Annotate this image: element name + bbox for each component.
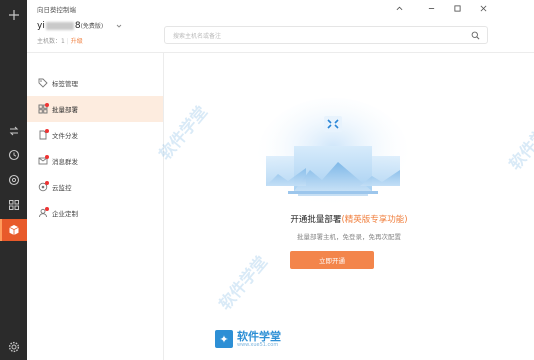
host-count: 主机数：1 | 升级 (37, 38, 83, 45)
app-window: 向日葵控制端 yi 8(免费版) 主机数：1 | 升级 搜索主机名或备注 标签管… (0, 0, 534, 360)
deploy-icon (38, 103, 49, 114)
menu-item-label: 文件分发 (52, 132, 78, 140)
new-badge-dot (45, 155, 49, 159)
search-box (164, 26, 488, 44)
history-clock-icon[interactable] (0, 144, 27, 166)
close-icon[interactable] (475, 2, 491, 15)
menu-item-enterprise-custom[interactable]: 企业定制 (27, 200, 163, 226)
enterprise-icon (38, 207, 49, 218)
watermark-logo: ✦ 软件学堂 www.xue51.com (215, 330, 281, 348)
account-name: yi 8(免费版) (37, 21, 103, 31)
window-title: 向日葵控制端 (37, 6, 76, 14)
menu-item-message-broadcast[interactable]: 消息群发 (27, 148, 163, 174)
search-input[interactable] (171, 29, 455, 43)
search-icon[interactable] (471, 31, 480, 42)
main-panel: 开通批量部署(精英版专享功能) 批量部署主机，免登录，免再次配置 立即开通 (164, 53, 534, 360)
activate-now-button[interactable]: 立即开通 (290, 251, 374, 269)
add-icon[interactable] (0, 4, 27, 26)
feature-headline: 开通批量部署(精英版专享功能) (164, 213, 534, 225)
file-icon (38, 129, 49, 140)
minimize-icon[interactable] (423, 2, 439, 15)
remote-control-icon[interactable] (0, 120, 27, 142)
host-count-label: 主机数： (37, 38, 62, 45)
account-name-prefix: yi (37, 21, 45, 31)
watermark-logo-url: www.xue51.com (237, 341, 279, 348)
cloud-monitor-icon (38, 181, 49, 192)
enterprise-box-icon[interactable] (0, 219, 27, 241)
menu-item-label: 消息群发 (52, 158, 78, 166)
discover-icon[interactable] (0, 169, 27, 191)
new-badge-dot (45, 103, 49, 107)
new-badge-dot (45, 207, 49, 211)
plan-tag: (免费版) (80, 23, 104, 30)
menu-item-label: 批量部署 (52, 106, 78, 114)
upgrade-link[interactable]: 升级 (71, 38, 83, 45)
host-count-value: 1 (61, 38, 65, 45)
new-badge-dot (45, 129, 49, 133)
apps-grid-icon[interactable] (0, 194, 27, 216)
elite-only-label: (精英版专享功能) (341, 215, 408, 225)
watermark-logo-text: 软件学堂 (237, 329, 281, 343)
menu-item-tag-management[interactable]: 标签管理 (27, 70, 163, 96)
feature-description: 批量部署主机，免登录，免再次配置 (297, 233, 401, 241)
account-header[interactable]: yi 8(免费版) 主机数：1 | 升级 (27, 18, 164, 52)
title-bar: 向日葵控制端 (27, 0, 534, 18)
menu-item-label: 企业定制 (52, 210, 78, 218)
watermark-logo-mark: ✦ (215, 330, 233, 348)
new-badge-dot (45, 181, 49, 185)
collapse-icon[interactable] (391, 2, 407, 15)
feature-menu: 标签管理 批量部署 文件分发 消息群发 云监控 企业定制 (27, 53, 164, 360)
menu-item-batch-deploy[interactable]: 批量部署 (27, 96, 163, 122)
menu-item-label: 标签管理 (52, 80, 78, 88)
maximize-icon[interactable] (449, 2, 465, 15)
menu-item-file-distribution[interactable]: 文件分发 (27, 122, 163, 148)
settings-gear-icon[interactable] (0, 336, 27, 358)
message-icon (38, 155, 49, 166)
chevron-down-icon[interactable] (116, 23, 122, 31)
redacted-name (45, 21, 74, 30)
menu-item-cloud-monitor[interactable]: 云监控 (27, 174, 163, 200)
tag-icon (38, 78, 48, 88)
menu-item-label: 云监控 (52, 184, 72, 192)
icon-rail (0, 0, 27, 360)
headline-text: 开通批量部署 (290, 215, 342, 225)
batch-deploy-illustration (258, 98, 408, 208)
